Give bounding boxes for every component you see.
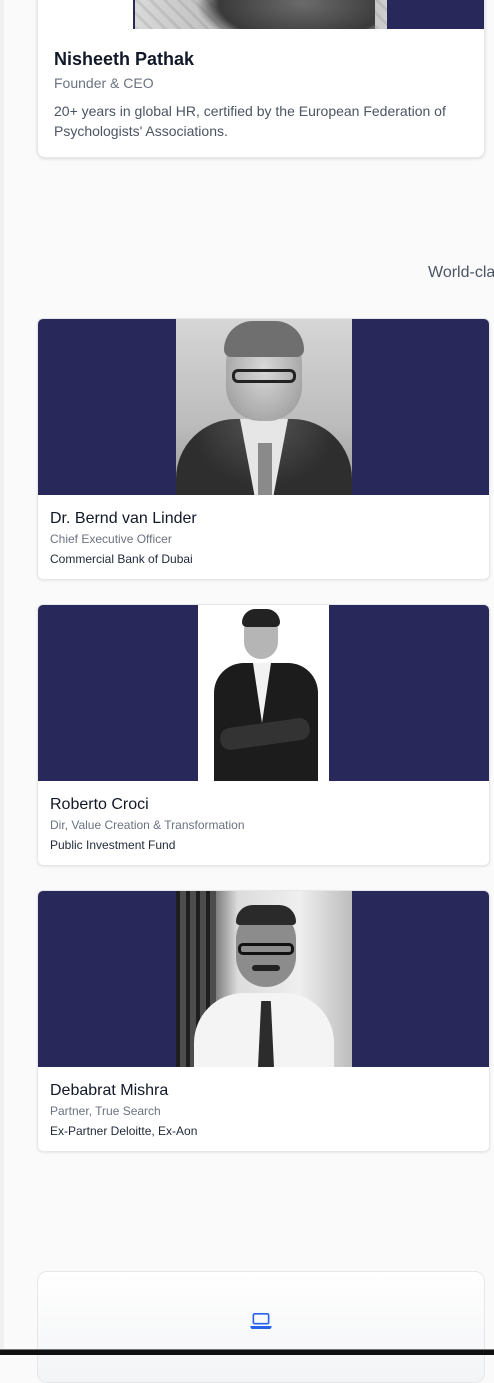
founder-bio: 20+ years in global HR, certified by the… xyxy=(54,103,446,139)
advisor-photo xyxy=(176,891,352,1067)
founder-photo xyxy=(135,0,387,29)
advisor-title: Chief Executive Officer xyxy=(50,532,172,546)
section-tagline: World-cla xyxy=(428,264,494,281)
advisor-photo xyxy=(176,319,352,495)
advisor-name: Dr. Bernd van Linder xyxy=(50,510,197,527)
founder-card: Nisheeth Pathak Founder & CEO 20+ years … xyxy=(37,0,485,158)
laptop-icon xyxy=(250,1312,272,1330)
founder-name: Nisheeth Pathak xyxy=(54,49,195,69)
advisor-name: Roberto Croci xyxy=(50,796,149,813)
advisor-card: Debabrat Mishra Partner, True Search Ex-… xyxy=(37,890,490,1152)
advisor-title: Dir, Value Creation & Transformation xyxy=(50,818,245,832)
advisor-title: Partner, True Search xyxy=(50,1104,161,1118)
advisor-card: Roberto Croci Dir, Value Creation & Tran… xyxy=(37,604,490,866)
advisor-photo xyxy=(198,605,329,781)
left-rail xyxy=(0,0,4,1355)
feature-card xyxy=(37,1271,485,1383)
advisor-organization: Public Investment Fund xyxy=(50,838,176,852)
advisor-card: Dr. Bernd van Linder Chief Executive Off… xyxy=(37,318,490,580)
advisor-organization: Ex-Partner Deloitte, Ex-Aon xyxy=(50,1124,198,1138)
founder-role: Founder & CEO xyxy=(54,75,154,91)
bottom-divider xyxy=(0,1349,494,1355)
advisor-organization: Commercial Bank of Dubai xyxy=(50,552,193,566)
advisor-name: Debabrat Mishra xyxy=(50,1082,169,1099)
